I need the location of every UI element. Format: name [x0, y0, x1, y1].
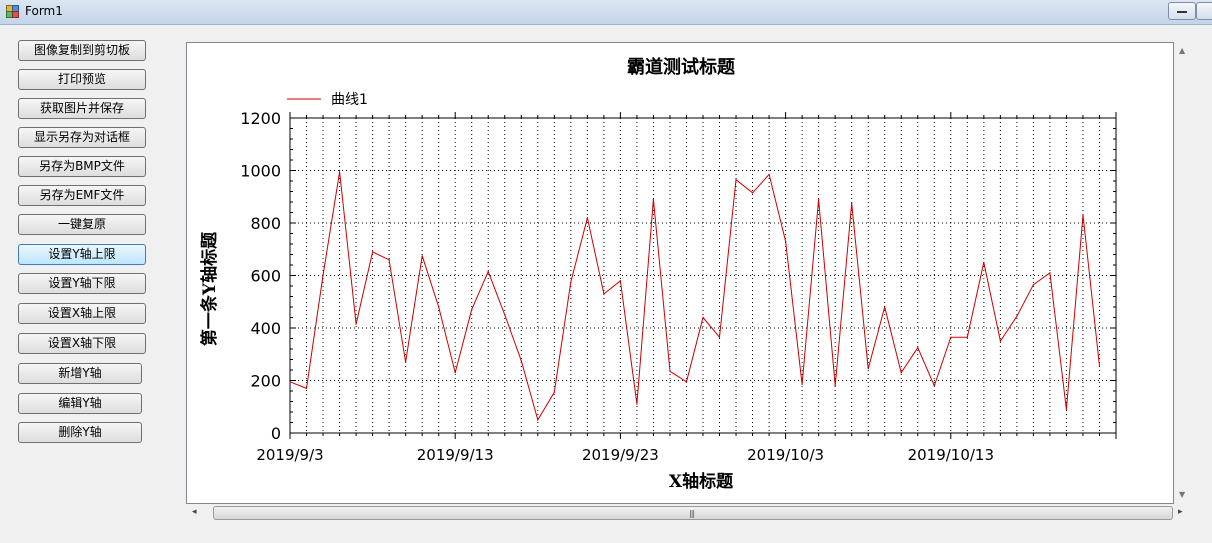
- set-y-max-button[interactable]: 设置Y轴上限: [18, 244, 146, 265]
- y-tick-label: 0: [271, 424, 281, 443]
- save-emf-button[interactable]: 另存为EMF文件: [18, 185, 146, 206]
- data-point: [751, 192, 754, 194]
- form-app-icon: [6, 5, 19, 18]
- data-point: [570, 281, 572, 283]
- data-point: [851, 202, 853, 204]
- scroll-right-arrow-icon[interactable]: ▸: [1178, 507, 1183, 517]
- copy-to-clipboard-button[interactable]: 图像复制到剪切板: [18, 40, 146, 61]
- vertical-scrollbar[interactable]: ▲ ▼: [1176, 42, 1190, 504]
- data-point: [999, 340, 1001, 342]
- y-tick-label: 800: [250, 214, 281, 233]
- data-point: [372, 251, 374, 253]
- line-chart: 霸道测试标题 曲线1 X轴标题 第一条Y轴标题 0 200 400 600 800 100…: [199, 56, 1117, 492]
- grip-icon: |||: [689, 509, 695, 518]
- data-point: [619, 280, 621, 282]
- y-tick-label: 200: [250, 372, 281, 391]
- save-bmp-button[interactable]: 另存为BMP文件: [18, 156, 146, 177]
- x-tick-label: 2019/9/23: [582, 446, 659, 464]
- data-point: [487, 270, 489, 273]
- data-point: [405, 361, 407, 363]
- data-point: [966, 336, 968, 338]
- data-point: [355, 323, 357, 325]
- window-title: Form1: [25, 4, 63, 18]
- data-point: [438, 306, 440, 308]
- data-point: [1032, 284, 1034, 286]
- data-point: [801, 383, 803, 386]
- horizontal-scrollbar[interactable]: ◂ ||| ▸: [186, 505, 1190, 522]
- data-point: [338, 171, 341, 173]
- set-y-min-button[interactable]: 设置Y轴下限: [18, 273, 146, 294]
- horizontal-scroll-thumb[interactable]: |||: [213, 506, 1173, 520]
- data-point: [1016, 315, 1018, 317]
- set-x-max-button[interactable]: 设置X轴上限: [18, 303, 146, 324]
- title-bar: Form1: [0, 0, 1212, 25]
- data-point: [305, 387, 308, 389]
- data-point: [388, 259, 390, 261]
- set-x-min-button[interactable]: 设置X轴下限: [18, 333, 146, 354]
- data-point: [603, 293, 605, 295]
- minimize-button[interactable]: [1168, 2, 1196, 20]
- maximize-button[interactable]: [1196, 2, 1212, 20]
- x-tick-label: 2019/10/13: [908, 446, 994, 464]
- data-point: [867, 368, 869, 370]
- data-point: [702, 316, 704, 319]
- data-point: [735, 179, 737, 181]
- data-point: [834, 385, 836, 387]
- data-point: [669, 370, 671, 372]
- data-point: [537, 419, 539, 421]
- data-point: [685, 381, 688, 383]
- legend-entry: 曲线1: [331, 92, 368, 108]
- delete-y-axis-button[interactable]: 删除Y轴: [18, 422, 142, 443]
- data-point: [289, 381, 291, 383]
- data-point: [718, 336, 721, 338]
- series-line: [289, 171, 1100, 422]
- data-point: [768, 173, 770, 176]
- data-point: [421, 255, 423, 257]
- scroll-left-arrow-icon[interactable]: ◂: [192, 507, 197, 517]
- data-point: [933, 385, 935, 387]
- x-tick-label: 2019/9/13: [417, 446, 494, 464]
- x-axis-title: X轴标题: [669, 471, 734, 492]
- plot-area: 0 200 400 600 800 1000 1200 2019/9/3 2019/9/13 20…: [240, 109, 1117, 464]
- data-point: [1065, 408, 1068, 410]
- x-tick-label: 2019/9/3: [256, 446, 323, 464]
- data-point: [983, 261, 985, 263]
- scroll-up-arrow-icon[interactable]: ▲: [1179, 46, 1185, 55]
- data-point: [471, 309, 473, 311]
- data-point: [636, 403, 638, 405]
- data-point: [1098, 365, 1101, 367]
- add-y-axis-button[interactable]: 新增Y轴: [18, 363, 142, 384]
- y-tick-label: 600: [250, 267, 281, 286]
- data-point: [520, 360, 522, 362]
- scroll-down-arrow-icon[interactable]: ▼: [1179, 490, 1185, 499]
- data-point: [917, 347, 919, 349]
- y-tick-label: 400: [250, 319, 281, 338]
- chart-panel[interactable]: 霸道测试标题 曲线1 X轴标题 第一条Y轴标题 0 200 400 600 800 100…: [186, 42, 1174, 504]
- data-point: [322, 274, 324, 277]
- data-point: [785, 240, 787, 242]
- data-point: [586, 217, 588, 219]
- y-tick-label: 1200: [240, 109, 281, 128]
- get-image-save-button[interactable]: 获取图片并保存: [18, 98, 146, 119]
- data-point: [950, 336, 952, 338]
- reset-button[interactable]: 一键复原: [18, 214, 146, 235]
- data-point: [553, 391, 555, 393]
- data-point: [884, 306, 886, 308]
- data-point: [818, 198, 820, 200]
- data-point: [504, 314, 506, 316]
- print-preview-button[interactable]: 打印预览: [18, 69, 146, 90]
- data-point: [652, 198, 655, 200]
- data-point: [900, 372, 902, 374]
- x-tick-label: 2019/10/3: [747, 446, 824, 464]
- chart-title: 霸道测试标题: [627, 56, 736, 78]
- data-point: [1082, 214, 1084, 216]
- minimize-icon: [1177, 11, 1187, 13]
- y-tick-label: 1000: [240, 162, 281, 181]
- y-axis-title: 第一条Y轴标题: [199, 231, 220, 346]
- data-point: [454, 372, 456, 374]
- data-point: [1049, 272, 1051, 274]
- edit-y-axis-button[interactable]: 编辑Y轴: [18, 393, 142, 414]
- show-saveas-dialog-button[interactable]: 显示另存为对话框: [18, 127, 146, 148]
